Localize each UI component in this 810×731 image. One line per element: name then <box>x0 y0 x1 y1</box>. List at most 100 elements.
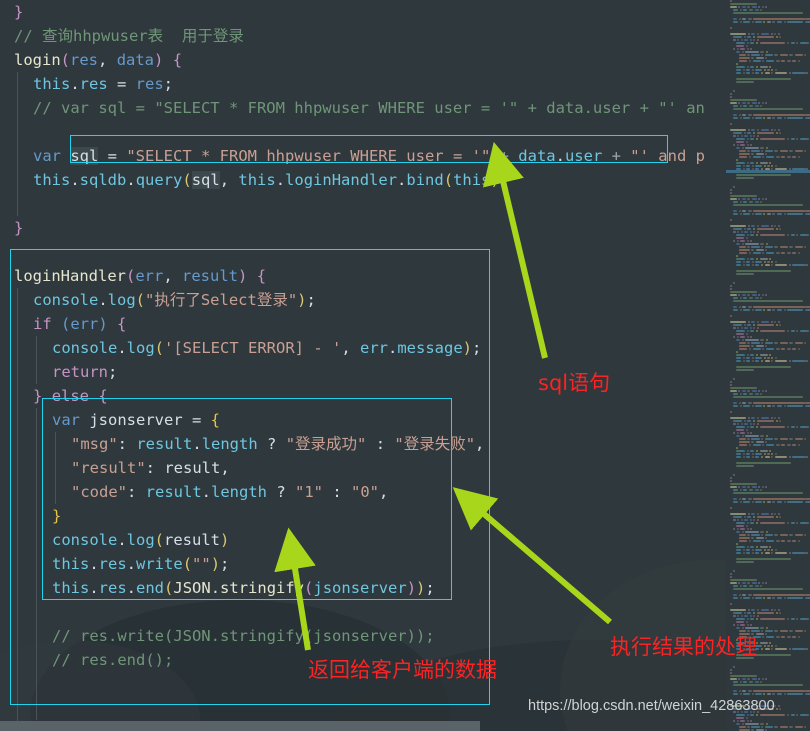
code-line[interactable]: "code": result.length ? "1" : "0", <box>0 480 740 504</box>
minimap-line <box>806 21 808 23</box>
code-line[interactable]: } <box>0 504 740 528</box>
minimap-line <box>765 51 768 53</box>
minimap-line <box>783 213 786 215</box>
code-token: res <box>135 75 164 93</box>
minimap-line <box>775 252 780 254</box>
code-line[interactable]: this.res.write(""); <box>0 552 740 576</box>
minimap-line <box>747 198 750 200</box>
minimap-line <box>759 522 786 524</box>
code-token: . <box>126 171 136 189</box>
code-line[interactable] <box>0 192 740 216</box>
minimap-line <box>756 225 760 227</box>
code-minimap[interactable] <box>726 0 810 731</box>
code-line-text: console.log(result) <box>14 531 229 549</box>
minimap-line <box>771 261 774 263</box>
minimap-line <box>749 423 752 425</box>
minimap-line <box>733 402 738 404</box>
minimap-line <box>750 234 755 236</box>
code-line[interactable]: // 查询hhpwuser表 用于登录 <box>0 24 740 48</box>
code-line[interactable]: login(res, data) { <box>0 48 740 72</box>
minimap-line <box>737 423 740 425</box>
minimap-line <box>742 72 745 74</box>
code-token: = <box>107 75 136 93</box>
minimap-line <box>774 264 788 266</box>
code-line[interactable]: return; <box>0 360 740 384</box>
minimap-line <box>745 525 748 527</box>
code-line[interactable]: console.log('[SELECT ERROR] - ', err.mes… <box>0 336 740 360</box>
minimap-line <box>786 60 791 62</box>
code-line[interactable]: } <box>0 216 740 240</box>
code-line[interactable]: loginHandler(err, result) { <box>0 264 740 288</box>
minimap-line <box>739 597 742 599</box>
minimap-line <box>774 417 777 419</box>
minimap-line <box>758 582 761 584</box>
minimap-line <box>792 264 806 266</box>
code-content[interactable]: }// 查询hhpwuser表 用于登录 login(res, data) {th… <box>0 0 740 731</box>
minimap-line <box>779 516 782 518</box>
code-line[interactable]: "msg": result.length ? "登录成功" : "登录失败", <box>0 432 740 456</box>
minimap-line <box>747 33 750 35</box>
minimap-line <box>746 546 749 548</box>
minimap-line <box>806 138 808 140</box>
code-line[interactable] <box>0 600 740 624</box>
minimap-line <box>750 48 753 50</box>
minimap-line <box>750 144 753 146</box>
code-line[interactable]: if (err) { <box>0 312 740 336</box>
minimap-line <box>747 294 750 296</box>
code-line[interactable]: console.log(result) <box>0 528 740 552</box>
minimap-line <box>751 294 757 296</box>
minimap-line <box>761 456 763 458</box>
code-line[interactable]: this.res.end(JSON.stringify(jsonserver))… <box>0 576 740 600</box>
minimap-line <box>774 360 788 362</box>
code-token: : <box>117 435 137 453</box>
code-line[interactable]: } <box>0 0 740 24</box>
minimap-line <box>750 546 755 548</box>
minimap-line <box>730 480 732 482</box>
minimap-line <box>733 501 739 503</box>
minimap-line <box>733 597 739 599</box>
minimap-line <box>730 219 732 221</box>
code-editor-surface[interactable]: }// 查询hhpwuser表 用于登录 login(res, data) {th… <box>0 0 810 731</box>
minimap-line <box>743 585 748 587</box>
minimap-line <box>742 402 747 404</box>
minimap-line <box>764 264 770 266</box>
code-token: return <box>52 363 108 381</box>
code-token: ( <box>154 339 165 357</box>
horizontal-scrollbar-track[interactable] <box>0 721 810 731</box>
minimap-line <box>758 678 761 680</box>
code-line[interactable]: this.res = res; <box>0 72 740 96</box>
minimap-line <box>739 153 750 155</box>
code-line[interactable] <box>0 240 740 264</box>
code-line[interactable] <box>0 120 740 144</box>
minimap-line <box>753 210 806 212</box>
code-line[interactable]: } else { <box>0 384 740 408</box>
indent-guide <box>17 624 18 648</box>
minimap-line <box>746 528 749 530</box>
code-line[interactable]: this.sqldb.query(sql, this.loginHandler.… <box>0 168 740 192</box>
code-line[interactable]: "result": result, <box>0 456 740 480</box>
minimap-line <box>779 132 782 134</box>
code-line[interactable]: // var sql = "SELECT * FROM hhpwuser WHE… <box>0 96 740 120</box>
minimap-line <box>758 294 761 296</box>
code-token: log <box>126 531 155 549</box>
minimap-line <box>736 546 746 548</box>
minimap-line <box>746 354 749 356</box>
minimap-line <box>760 627 765 629</box>
minimap-line <box>758 486 761 488</box>
minimap-line <box>804 150 807 152</box>
minimap-line <box>796 330 799 332</box>
horizontal-scrollbar-thumb[interactable] <box>0 721 480 731</box>
minimap-line <box>771 69 774 71</box>
code-token: ) <box>416 579 426 597</box>
code-line[interactable]: console.log("执行了Select登录"); <box>0 288 740 312</box>
minimap-line <box>759 234 786 236</box>
minimap-line <box>749 231 752 233</box>
minimap-line <box>730 321 747 323</box>
code-line[interactable]: var jsonserver = { <box>0 408 740 432</box>
code-token: { <box>172 51 183 69</box>
minimap-line <box>741 294 746 296</box>
minimap-line <box>771 645 774 647</box>
minimap-line <box>746 162 749 164</box>
code-line[interactable]: var sql = "SELECT * FROM hhpwuser WHERE … <box>0 144 740 168</box>
